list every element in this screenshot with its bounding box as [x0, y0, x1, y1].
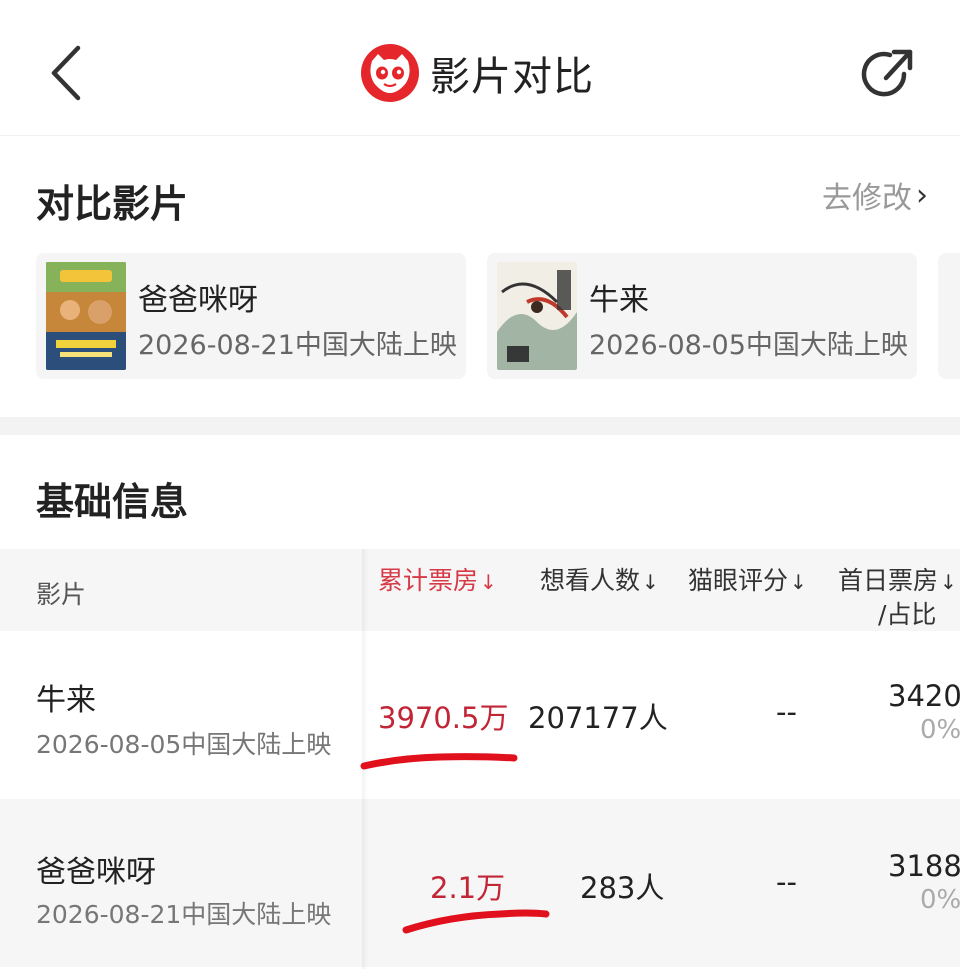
film-name: 牛来 [589, 283, 649, 318]
section-title: 对比影片 [36, 182, 189, 226]
column-header-film: 影片 [36, 580, 87, 609]
film-release-date: 2026-08-05中国大陆上映 [589, 330, 908, 361]
basic-info-section: 基础信息 影片 累计票房 ↓ 想看人数 ↓ 猫眼评分 ↓ 首日票房 ↓ /占比 牛来 2… [0, 435, 960, 969]
red-underline-annotation [360, 753, 518, 770]
column-header-first-day-share: /占比 [878, 600, 937, 629]
cell-first-day-share: 0% [920, 715, 960, 745]
cat-eye-logo [361, 44, 419, 102]
edit-compare-link[interactable]: 去修改 › [822, 173, 928, 217]
table-row[interactable]: 爸爸咪呀 2026-08-21中国大陆上映 2.1万 283人 -- 3188 … [0, 799, 960, 967]
cell-box-office: 3970.5万 [378, 701, 509, 735]
share-icon [861, 49, 913, 97]
row-film-cell: 爸爸咪呀 2026-08-21中国大陆上映 [0, 799, 364, 967]
share-button[interactable] [860, 44, 918, 104]
chevron-right-icon: › [916, 177, 928, 213]
sort-icon: ↓ [790, 570, 807, 594]
column-header-want-see[interactable]: 想看人数 ↓ [540, 561, 659, 597]
sort-icon: ↓ [642, 570, 659, 594]
compare-films-section: 对比影片 去修改 › 爸爸咪呀 2026-08-21中国大陆上映 牛来 2026… [0, 137, 960, 417]
row-film-date: 2026-08-05中国大陆上映 [36, 730, 332, 759]
column-header-box-office[interactable]: 累计票房 ↓ [378, 561, 497, 597]
film-card[interactable]: 牛来 2026-08-05中国大陆上映 [487, 253, 917, 379]
red-underline-annotation [402, 909, 550, 934]
cell-want-see: 283人 [580, 871, 665, 905]
film-poster [497, 262, 577, 370]
row-film-name: 牛来 [36, 683, 96, 718]
sort-icon: ↓ [480, 570, 497, 594]
film-release-date: 2026-08-21中国大陆上映 [138, 330, 457, 361]
row-film-name: 爸爸咪呀 [36, 855, 156, 890]
cell-rating: -- [776, 695, 797, 729]
sort-icon: ↓ [940, 570, 957, 594]
cell-want-see: 207177人 [528, 701, 668, 735]
film-card-peek[interactable] [938, 253, 960, 379]
cell-first-day: 3420 [888, 679, 960, 713]
section-divider [0, 417, 960, 435]
cell-first-day: 3188 [888, 849, 960, 883]
back-button[interactable] [40, 40, 96, 106]
cell-box-office: 2.1万 [430, 871, 506, 905]
top-bar: 影片对比 [0, 0, 960, 136]
film-card[interactable]: 爸爸咪呀 2026-08-21中国大陆上映 [36, 253, 466, 379]
film-name: 爸爸咪呀 [138, 283, 258, 318]
cell-rating: -- [776, 865, 797, 899]
section-title: 基础信息 [36, 480, 189, 524]
cell-first-day-share: 0% [920, 885, 960, 915]
row-film-cell: 牛来 2026-08-05中国大陆上映 [0, 631, 364, 799]
film-poster [46, 262, 126, 370]
page-title: 影片对比 [430, 54, 594, 100]
table-header: 影片 累计票房 ↓ 想看人数 ↓ 猫眼评分 ↓ 首日票房 ↓ /占比 [0, 549, 960, 631]
column-header-first-day[interactable]: 首日票房 ↓ [838, 561, 957, 597]
page-title-group: 影片对比 [360, 40, 594, 106]
row-film-date: 2026-08-21中国大陆上映 [36, 900, 332, 929]
column-header-rating[interactable]: 猫眼评分 ↓ [688, 561, 807, 597]
edit-label: 去修改 [822, 181, 912, 216]
chevron-left-icon [51, 45, 81, 101]
